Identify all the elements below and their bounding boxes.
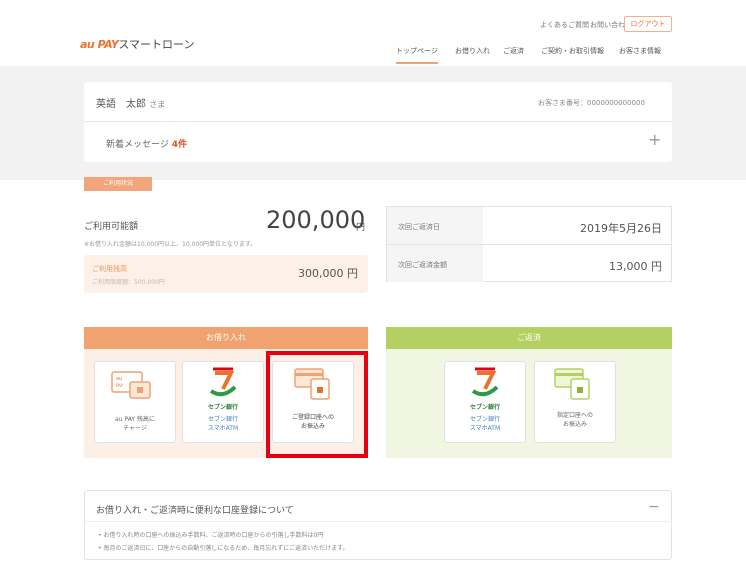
next-repay-amount: 13,000 円 xyxy=(609,260,662,273)
limit-unit: 円 xyxy=(356,223,366,233)
user-name: 英語 太郎 さま xyxy=(96,95,165,110)
next-repay-date: 2019年5月26日 xyxy=(580,222,662,235)
message-count: 4件 xyxy=(171,140,187,150)
seven-bank-repay-label: セブン銀行 スマホATM xyxy=(444,415,526,433)
info-bullet: • 毎月のご返済日に、口座からの自動引落しになるため、毎月忘れずにご返済いただけ… xyxy=(98,545,349,552)
info-title: お借り入れ・ご返済時に便利な口座登録について xyxy=(96,506,294,516)
highlight-box xyxy=(266,351,368,458)
user-honorific: さま xyxy=(149,100,166,109)
tile-label-line: スマホATM xyxy=(469,425,501,432)
seven-bank-name: セブン銀行 xyxy=(207,404,238,411)
limit-amount: 200,000 xyxy=(266,206,366,234)
new-messages-link[interactable]: 新着メッセージ 4件 xyxy=(106,137,187,150)
info-bullet: • お借り入れ時の口座への振込み手数料、ご返済時の口座からの引落し手数料は0円 xyxy=(98,532,324,539)
table-row-divider xyxy=(387,244,671,245)
limit-label: ご利用可能額 xyxy=(84,222,139,232)
nav-top[interactable]: トップページ xyxy=(396,46,438,64)
tile-label-line: セブン銀行 xyxy=(207,416,238,423)
message-label: 新着メッセージ xyxy=(106,140,169,150)
borrow-heading: お借り入れ xyxy=(84,327,368,349)
user-name-text: 英語 太郎 xyxy=(96,99,146,110)
balance-amount: 300,000 円 xyxy=(298,267,358,280)
svg-text:au: au xyxy=(116,376,122,382)
logout-button[interactable]: ログアウト xyxy=(624,16,672,32)
usage-status-tag: ご利用状況 xyxy=(84,177,152,191)
plus-icon[interactable]: + xyxy=(648,132,661,148)
tile-label-line: チャージ xyxy=(123,425,147,432)
balance-label: ご利用残高 xyxy=(92,265,127,273)
seven-bank-logo-icon xyxy=(209,367,237,397)
svg-text:PAY: PAY xyxy=(116,383,124,388)
seven-bank-name: セブン銀行 xyxy=(469,404,500,411)
next-repay-date-label: 次回ご返済日 xyxy=(398,223,440,231)
card-divider xyxy=(84,121,672,122)
tile-label-line: 指定口座への xyxy=(556,412,593,419)
faq-link[interactable]: よくあるご質問 xyxy=(540,20,589,30)
limit-note: ※お借り入れ金額は10,000円以上、10,000円単位となります。 xyxy=(84,241,257,248)
bank-card-icon xyxy=(554,368,590,400)
balance-limit: ご利用限度額：500,000円 xyxy=(92,279,165,286)
next-repay-amount-label: 次回ご返済金額 xyxy=(398,261,447,269)
logo-text: スマートローン xyxy=(118,38,195,51)
nav-contract[interactable]: ご契約・お取引情報 xyxy=(541,46,604,56)
collapse-icon[interactable]: − xyxy=(648,499,660,515)
aupay-charge-label: au PAY 残高に チャージ xyxy=(94,415,176,433)
wallet-card-icon: au PAY xyxy=(111,371,151,399)
tile-label-line: au PAY 残高に xyxy=(115,416,155,423)
tile-label-line: お振込み xyxy=(562,421,587,428)
info-divider xyxy=(84,521,672,522)
logo[interactable]: au PAYスマートローン xyxy=(80,36,194,52)
seven-bank-logo-icon xyxy=(471,367,499,397)
designated-account-transfer-label: 指定口座への お振込み xyxy=(534,411,616,429)
user-card xyxy=(84,82,672,162)
logo-brand: au PAY xyxy=(80,38,119,51)
info-bullet-text: お借り入れ時の口座への振込み手数料、ご返済時の口座からの引落し手数料は0円 xyxy=(103,532,324,539)
tile-label-line: スマホATM xyxy=(207,425,239,432)
seven-bank-borrow-label: セブン銀行 スマホATM xyxy=(182,415,264,433)
repay-heading: ご返済 xyxy=(386,327,672,349)
member-number: お客さま番号：0000000000000 xyxy=(538,99,645,107)
nav-repay[interactable]: ご返済 xyxy=(503,46,524,56)
nav-borrow[interactable]: お借り入れ xyxy=(455,46,490,56)
info-bullet-text: 毎月のご返済日に、口座からの自動引落しになるため、毎月忘れずにご返済いただけます… xyxy=(103,545,349,552)
nav-customer[interactable]: お客さま情報 xyxy=(619,46,661,56)
tile-label-line: セブン銀行 xyxy=(469,416,500,423)
